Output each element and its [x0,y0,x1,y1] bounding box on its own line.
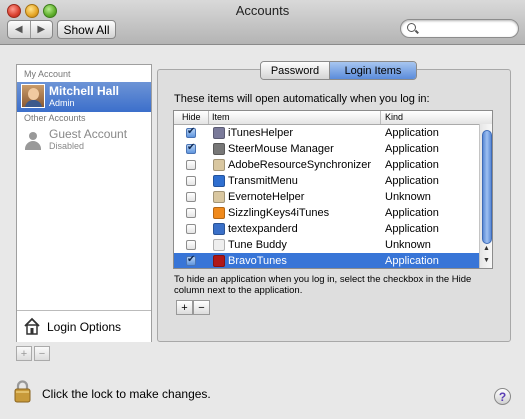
hide-checkbox[interactable] [186,254,196,266]
item-kind: Unknown [385,191,431,203]
item-name: EvernoteHelper [228,191,305,203]
item-name: TransmitMenu [228,175,298,187]
item-kind: Application [385,207,439,219]
login-items-table: Hide Item Kind iTunesHelperApplicationSt… [173,110,493,269]
item-kind: Application [385,159,439,171]
lock-icon[interactable] [14,379,31,403]
remove-login-item-button[interactable]: − [193,300,210,315]
item-kind: Application [385,127,439,139]
column-divider [380,111,381,124]
search-icon [407,23,416,32]
item-name: AdobeResourceSynchronizer [228,159,372,171]
scroll-down-arrow-icon[interactable]: ▼ [483,257,490,264]
textexpander-icon [213,223,225,235]
scrollbar-thumb[interactable] [482,130,492,244]
item-kind: Application [385,143,439,155]
forward-arrow-icon[interactable]: ▶ [31,21,53,38]
login-options-item[interactable]: Login Options [17,310,151,342]
item-name: iTunesHelper [228,127,294,139]
accounts-list: My Account Mitchell Hall Admin Other Acc… [16,64,152,342]
table-header: Hide Item Kind [174,111,492,125]
tab-login-items[interactable]: Login Items [330,62,416,79]
hide-checkbox[interactable] [186,160,196,170]
tab-bar: Password Login Items [260,61,417,80]
guest-account-status: Disabled [49,141,85,151]
item-name: textexpanderd [228,223,298,235]
table-row[interactable]: SizzlingKeys4iTunes Application [174,205,479,221]
item-name: SteerMouse Manager [228,143,334,155]
table-row[interactable]: textexpanderd Application [174,221,479,237]
accounts-window: Accounts ◀ ▶ Show All My Account Mitchel… [0,0,525,419]
hide-checkbox[interactable] [186,240,196,250]
item-kind: Unknown [385,239,431,251]
table-row[interactable]: TransmitMenu Application [174,173,479,189]
table-row[interactable]: iTunesHelper Application [174,125,479,141]
login-items-description: These items will open automatically when… [174,93,430,105]
scroll-up-arrow-icon[interactable]: ▲ [483,245,490,252]
guest-user-icon [24,131,42,151]
remove-account-button[interactable]: − [34,346,50,361]
hide-checkbox[interactable] [186,176,196,186]
item-kind: Application [385,223,439,235]
hide-checkbox[interactable] [186,224,196,234]
other-accounts-header: Other Accounts [24,113,86,123]
sizzlingkeys-icon [213,207,225,219]
table-row[interactable]: AdobeResourceSynchronizer Application [174,157,479,173]
back-forward-control: ◀ ▶ [7,20,53,39]
house-icon [24,317,40,335]
item-name: SizzlingKeys4iTunes [228,207,330,219]
hide-checkbox[interactable] [186,142,196,154]
column-header-hide[interactable]: Hide [182,112,201,122]
item-name: Tune Buddy [228,239,287,251]
transmit-menu-icon [213,175,225,187]
steermouse-icon [213,143,225,155]
login-items-hint: To hide an application when you log in, … [174,274,472,296]
tune-buddy-icon [213,239,225,251]
adobe-resource-icon [213,159,225,171]
column-header-item[interactable]: Item [212,112,230,122]
bravotunes-icon [213,255,225,267]
item-name: BravoTunes [228,255,287,267]
add-account-button[interactable]: + [16,346,32,361]
account-item-current-user[interactable]: Mitchell Hall Admin [17,82,151,112]
column-divider [208,111,209,124]
item-kind: Application [385,175,439,187]
hide-checkbox[interactable] [186,126,196,138]
tab-password[interactable]: Password [261,62,330,79]
show-all-button[interactable]: Show All [57,20,116,39]
evernote-helper-icon [213,191,225,203]
help-button[interactable]: ? [494,388,511,405]
back-arrow-icon[interactable]: ◀ [8,21,31,38]
itunes-helper-icon [213,127,225,139]
table-row[interactable]: EvernoteHelper Unknown [174,189,479,205]
table-row[interactable]: BravoTunes Application [174,253,479,268]
my-account-header: My Account [24,69,71,79]
table-row[interactable]: SteerMouse Manager Application [174,141,479,157]
vertical-scrollbar[interactable]: ▲ ▼ [479,124,492,268]
column-header-kind[interactable]: Kind [385,112,403,122]
add-login-item-button[interactable]: + [176,300,193,315]
table-row[interactable]: Tune Buddy Unknown [174,237,479,253]
window-title: Accounts [235,3,290,18]
guest-account-name: Guest Account [49,127,128,141]
search-field[interactable] [400,19,519,38]
login-options-label: Login Options [47,320,122,334]
lock-message: Click the lock to make changes. [42,387,211,401]
avatar [21,84,45,108]
hide-checkbox[interactable] [186,192,196,202]
title-bar: Accounts ◀ ▶ Show All [0,0,525,45]
hide-checkbox[interactable] [186,208,196,218]
account-name: Mitchell Hall [49,84,120,98]
account-role: Admin [49,98,75,108]
item-kind: Application [385,255,439,267]
